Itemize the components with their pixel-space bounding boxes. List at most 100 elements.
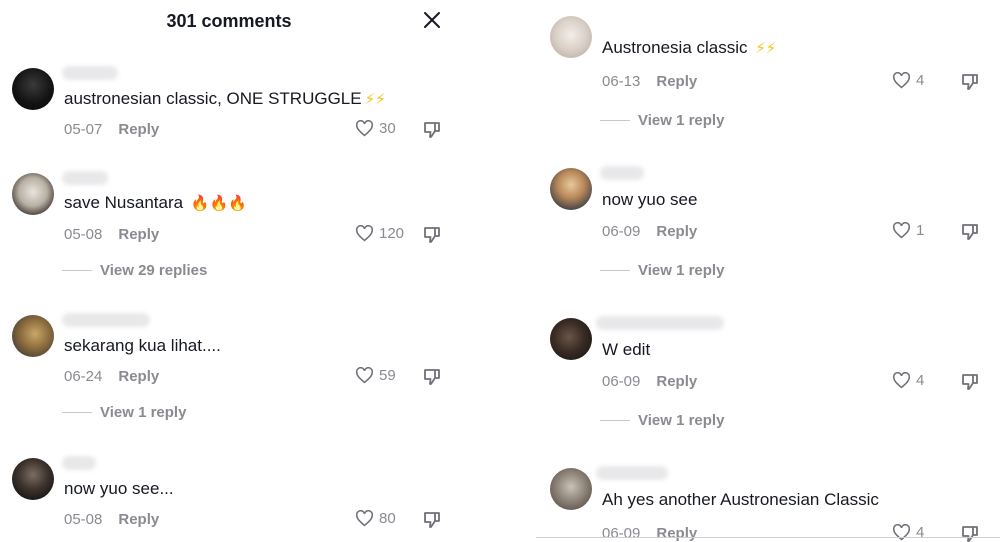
thumbs-down-icon[interactable] <box>422 367 442 387</box>
thumbs-down-icon[interactable] <box>960 372 980 392</box>
heart-icon <box>355 120 374 137</box>
fire-emoji: 🔥🔥🔥 <box>190 195 247 212</box>
lightning-emoji: ⚡⚡ <box>755 40 777 57</box>
comment-text: Ah yes another Austronesian Classic <box>602 490 879 509</box>
view-replies-button[interactable]: View 1 reply <box>600 262 724 279</box>
thumbs-down-icon[interactable] <box>960 524 980 542</box>
like-button[interactable]: 30 <box>355 120 396 137</box>
comments-header: 301 comments <box>0 0 470 44</box>
like-button[interactable]: 59 <box>355 367 396 384</box>
thumbs-down-icon[interactable] <box>960 72 980 92</box>
comment-date: 05-07 <box>64 121 103 138</box>
like-button[interactable]: 1 <box>892 222 924 239</box>
reply-button[interactable]: Reply <box>656 223 697 240</box>
heart-icon <box>892 222 911 239</box>
like-count: 30 <box>379 120 396 137</box>
comment-item: sekarang kua lihat.... 06-24 Reply 59 Vie… <box>0 307 464 432</box>
like-count: 80 <box>379 510 396 527</box>
comment-text: now yuo see... <box>64 479 174 498</box>
divider-line <box>536 537 1000 538</box>
reply-button[interactable]: Reply <box>118 226 159 243</box>
comment-date: 06-13 <box>602 73 641 90</box>
heart-icon <box>355 510 374 527</box>
reply-button[interactable]: Reply <box>656 525 697 542</box>
comment-meta: 05-08 Reply <box>64 226 159 243</box>
comment-meta: 06-09 Reply <box>602 223 697 240</box>
divider-line <box>600 120 630 121</box>
avatar[interactable] <box>550 16 592 58</box>
avatar[interactable] <box>12 173 54 215</box>
thumbs-down-icon[interactable] <box>422 225 442 245</box>
heart-icon <box>892 372 911 389</box>
comment-date: 06-09 <box>602 373 641 390</box>
reply-button[interactable]: Reply <box>118 368 159 385</box>
like-button[interactable]: 80 <box>355 510 396 527</box>
divider-line <box>62 270 92 271</box>
username-blurred[interactable] <box>62 313 150 327</box>
reply-button[interactable]: Reply <box>656 373 697 390</box>
divider-line <box>600 270 630 271</box>
lightning-emoji: ⚡⚡ <box>364 91 386 108</box>
avatar[interactable] <box>550 318 592 360</box>
comments-panel-left: 301 comments austronesian classic, ONE S… <box>0 0 470 542</box>
divider-line <box>600 420 630 421</box>
username-blurred[interactable] <box>62 171 108 185</box>
comment-meta: 06-24 Reply <box>64 368 159 385</box>
reply-button[interactable]: Reply <box>118 121 159 138</box>
divider-line <box>62 412 92 413</box>
close-icon[interactable] <box>420 8 444 32</box>
like-count: 4 <box>916 372 925 389</box>
comment-item: Ah yes another Austronesian Classic 06-0… <box>536 460 1000 542</box>
comment-text: sekarang kua lihat.... <box>64 336 221 355</box>
comment-item: now yuo see... 05-08 Reply 80 <box>0 450 464 540</box>
like-button[interactable]: 120 <box>355 225 404 242</box>
comment-item: Austronesia classic ⚡⚡ 06-13 Reply 4 View… <box>536 0 1000 140</box>
like-button[interactable]: 4 <box>892 524 924 541</box>
comment-date: 06-24 <box>64 368 103 385</box>
comment-meta: 06-09 Reply <box>602 373 697 390</box>
heart-icon <box>892 524 911 541</box>
view-replies-button[interactable]: View 29 replies <box>62 262 207 279</box>
like-count: 1 <box>916 222 925 239</box>
comment-text: save Nusantara 🔥🔥🔥 <box>64 193 247 212</box>
comment-date: 06-09 <box>602 525 641 542</box>
like-count: 4 <box>916 72 925 89</box>
avatar[interactable] <box>550 468 592 510</box>
comment-meta: 06-13 Reply <box>602 73 697 90</box>
thumbs-down-icon[interactable] <box>960 222 980 242</box>
username-blurred[interactable] <box>600 166 644 180</box>
comment-text: W edit <box>602 340 651 359</box>
comments-panel-right: Austronesia classic ⚡⚡ 06-13 Reply 4 View… <box>536 0 1000 542</box>
username-blurred[interactable] <box>596 316 724 330</box>
avatar[interactable] <box>12 68 54 110</box>
avatar[interactable] <box>550 168 592 210</box>
comment-text: now yuo see <box>602 190 698 209</box>
comment-date: 06-09 <box>602 223 641 240</box>
view-replies-button[interactable]: View 1 reply <box>600 112 724 129</box>
like-button[interactable]: 4 <box>892 72 924 89</box>
comment-meta: 05-07 Reply <box>64 121 159 138</box>
reply-button[interactable]: Reply <box>118 511 159 528</box>
username-blurred[interactable] <box>62 66 118 80</box>
avatar[interactable] <box>12 315 54 357</box>
like-count: 59 <box>379 367 396 384</box>
avatar[interactable] <box>12 458 54 500</box>
thumbs-down-icon[interactable] <box>422 510 442 530</box>
view-replies-button[interactable]: View 1 reply <box>62 404 186 421</box>
view-replies-button[interactable]: View 1 reply <box>600 412 724 429</box>
comment-text: Austronesia classic ⚡⚡ <box>602 38 777 57</box>
comment-text: austronesian classic, ONE STRUGGLE ⚡⚡ <box>64 89 386 108</box>
username-blurred[interactable] <box>62 456 96 470</box>
comment-meta: 06-09 Reply <box>602 525 697 542</box>
reply-button[interactable]: Reply <box>656 73 697 90</box>
comment-meta: 05-08 Reply <box>64 511 159 528</box>
comment-item: save Nusantara 🔥🔥🔥 05-08 Reply 120 View 2… <box>0 165 464 290</box>
like-button[interactable]: 4 <box>892 372 924 389</box>
comment-date: 05-08 <box>64 226 103 243</box>
thumbs-down-icon[interactable] <box>422 120 442 140</box>
comment-item: austronesian classic, ONE STRUGGLE ⚡⚡ 05-… <box>0 60 464 150</box>
heart-icon <box>355 367 374 384</box>
comment-item: now yuo see 06-09 Reply 1 View 1 reply <box>536 160 1000 290</box>
username-blurred[interactable] <box>596 466 668 480</box>
heart-icon <box>355 225 374 242</box>
